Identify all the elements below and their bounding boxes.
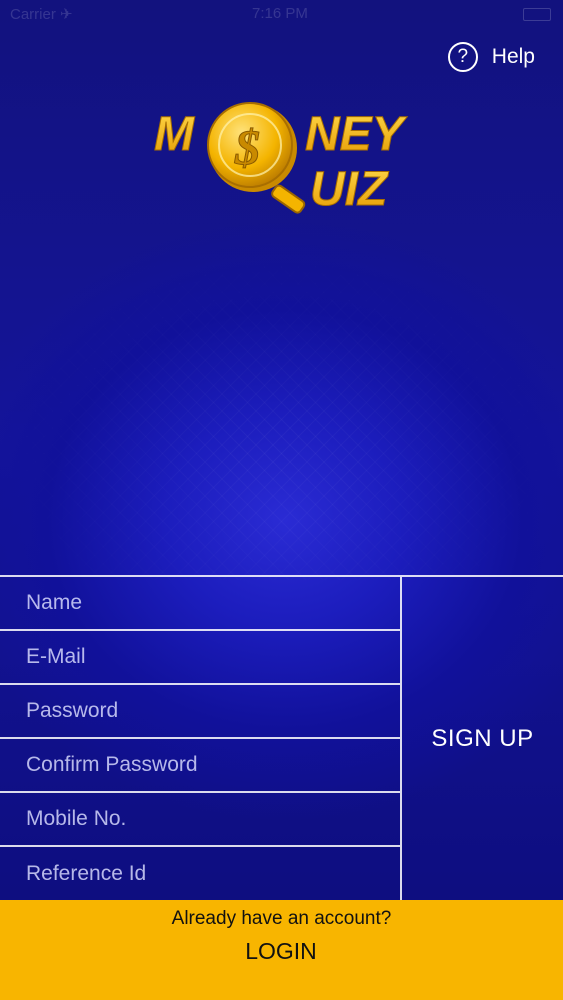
mobile-field[interactable] [0, 807, 396, 831]
login-footer: Already have an account? LOGIN [0, 900, 563, 1000]
password-row [0, 685, 400, 739]
clock: 7:16 PM [252, 5, 308, 22]
password-field[interactable] [0, 699, 396, 723]
have-account-text: Already have an account? [171, 908, 392, 929]
name-row [0, 577, 400, 631]
email-row [0, 631, 400, 685]
confirm-password-row [0, 739, 400, 793]
help-button[interactable]: ? Help [447, 40, 535, 74]
reference-id-field[interactable] [0, 862, 396, 886]
carrier-label: Carrier ✈ [10, 6, 73, 23]
logo-letters-ney: NEY [305, 108, 408, 161]
question-circle-icon: ? [447, 42, 478, 72]
battery-icon [523, 8, 551, 21]
signup-screen: Carrier ✈ 7:16 PM ? Help M NEY UIZ $ Nam… [0, 0, 563, 1000]
email-field[interactable] [0, 645, 396, 669]
login-button[interactable]: LOGIN [181, 936, 381, 966]
mobile-row [0, 793, 400, 847]
coin-dollar-icon: $ [234, 119, 260, 175]
logo-letters-uiz: UIZ [310, 163, 389, 216]
reference-id-row [0, 847, 400, 901]
money-quiz-logo: M NEY UIZ $ [154, 102, 408, 217]
signup-form: SIGN UP [0, 575, 563, 900]
form-fields [0, 577, 402, 900]
signup-button-label: SIGN UP [431, 724, 534, 752]
name-field[interactable] [0, 591, 396, 615]
status-bar: Carrier ✈ 7:16 PM [0, 0, 563, 26]
background-pattern [0, 160, 563, 580]
logo-letter-m: M [154, 108, 195, 161]
help-label: Help [491, 45, 535, 68]
confirm-password-field[interactable] [0, 753, 396, 777]
signup-button[interactable]: SIGN UP [402, 577, 563, 900]
